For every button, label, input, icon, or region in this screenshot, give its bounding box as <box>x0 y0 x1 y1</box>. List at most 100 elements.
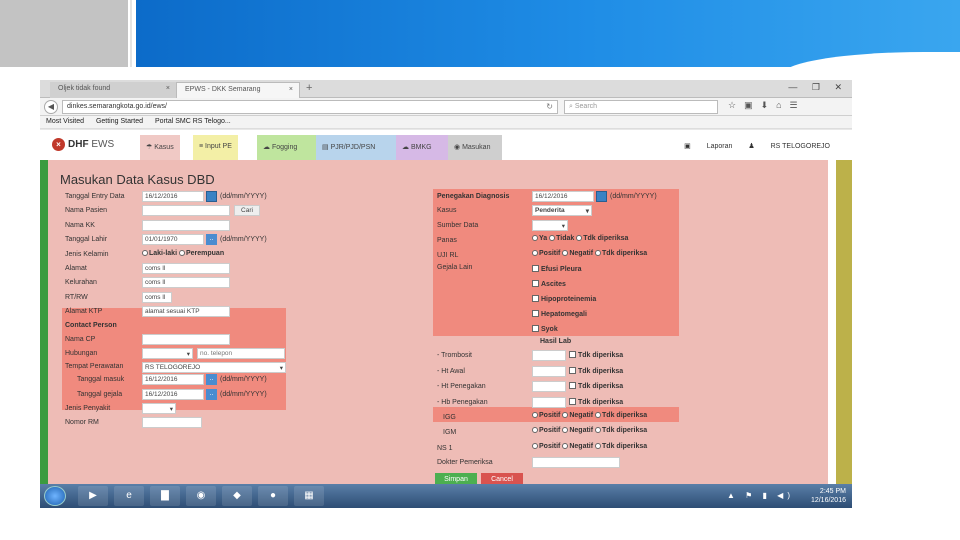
radio[interactable] <box>532 427 538 433</box>
checkbox[interactable] <box>532 280 539 287</box>
igg-radios[interactable]: Positif Negatif Tdk diperiksa <box>532 412 647 419</box>
window-controls[interactable]: — ❐ ✕ <box>788 82 848 93</box>
search-input[interactable]: ⌕ Search <box>564 100 718 114</box>
gejala-checkbox[interactable]: Hepatomegali <box>532 310 587 318</box>
tanggal-lahir-field[interactable]: 01/01/1970 <box>142 234 204 245</box>
menu-fogging[interactable]: ☁ Fogging <box>257 135 316 161</box>
url-bar[interactable]: dinkes.semarangkota.go.id/ews/ ↻ <box>62 100 558 114</box>
sumber-data-select[interactable]: ▾ <box>532 220 568 231</box>
radio[interactable] <box>532 250 538 256</box>
kelurahan-field[interactable]: coms ll <box>142 277 230 288</box>
app-icon[interactable]: ◆ <box>222 486 252 506</box>
toolbar-icons[interactable]: ☆▣⬇⌂☰ <box>728 100 806 111</box>
jenis-penyakit-select[interactable]: ▾ <box>142 403 176 414</box>
tanggal-gejala-field[interactable]: 16/12/2016 <box>142 389 204 400</box>
uji-rl-radios[interactable]: Positif Negatif Tdk diperiksa <box>532 250 647 257</box>
nama-kk-field[interactable] <box>142 220 230 231</box>
start-button[interactable] <box>44 486 66 506</box>
date-picker-button[interactable]: .. <box>206 234 217 245</box>
user-link[interactable]: ♟ RS TELOGOREJO <box>748 143 830 150</box>
cari-button[interactable]: Cari <box>234 205 260 216</box>
checkbox[interactable] <box>569 398 576 405</box>
radio[interactable] <box>549 235 556 241</box>
radio[interactable] <box>142 250 148 256</box>
date-picker-button[interactable]: .. <box>206 389 217 400</box>
alamat-ktp-field[interactable]: alamat sesuai KTP <box>142 306 230 317</box>
dokter-field[interactable] <box>532 457 620 468</box>
tanggal-masuk-field[interactable]: 16/12/2016 <box>142 374 204 385</box>
checkbox[interactable] <box>532 310 539 317</box>
browser-tab-1[interactable]: Oljek tidak found × <box>50 82 176 98</box>
radio[interactable] <box>532 443 538 449</box>
checkbox[interactable] <box>569 382 576 389</box>
gejala-checkbox[interactable]: Syok <box>532 325 558 333</box>
panas-radios[interactable]: Ya Tidak Tdk diperiksa <box>532 235 628 242</box>
nama-cp-field[interactable] <box>142 334 230 345</box>
new-tab-button[interactable]: + <box>306 82 312 94</box>
nomor-rm-field[interactable] <box>142 417 202 428</box>
checkbox[interactable] <box>569 351 576 358</box>
tanggal-entry-field[interactable]: 16/12/2016 <box>142 191 204 202</box>
radio[interactable] <box>595 412 602 418</box>
menu-pjr[interactable]: ▤ PJR/PJD/PSN <box>316 135 396 161</box>
gender-radios[interactable]: Laki-laki Perempuan <box>142 250 224 257</box>
gejala-checkbox[interactable]: Hipoproteinemia <box>532 295 596 303</box>
gejala-checkbox[interactable]: Ascites <box>532 280 566 288</box>
radio[interactable] <box>576 235 583 241</box>
penegakan-field[interactable]: 16/12/2016 <box>532 191 594 202</box>
ht-awal-field[interactable] <box>532 366 566 377</box>
gejala-checkbox[interactable]: Efusi Pleura <box>532 265 581 273</box>
radio[interactable] <box>562 250 569 256</box>
radio[interactable] <box>595 250 602 256</box>
nama-pasien-field[interactable] <box>142 205 230 216</box>
trombosit-field[interactable] <box>532 350 566 361</box>
back-icon[interactable]: ◀ <box>44 100 58 114</box>
radio[interactable] <box>595 443 602 449</box>
calendar-icon[interactable] <box>206 191 217 202</box>
tdk-diperiksa-checkbox[interactable]: Tdk diperiksa <box>569 382 623 390</box>
rt-rw-field[interactable]: coms ll <box>142 292 172 303</box>
ns1-radios[interactable]: Positif Negatif Tdk diperiksa <box>532 443 647 450</box>
alamat-field[interactable]: coms ll <box>142 263 230 274</box>
radio[interactable] <box>562 427 569 433</box>
hubungan-select[interactable]: ▾ <box>142 348 193 359</box>
bookmark-item[interactable]: Most Visited <box>46 118 84 125</box>
radio[interactable] <box>595 427 602 433</box>
telepon-field[interactable]: no. telepon <box>197 348 285 359</box>
tdk-diperiksa-checkbox[interactable]: Tdk diperiksa <box>569 351 623 359</box>
app-logo[interactable]: × DHF EWS <box>52 138 114 151</box>
radio[interactable] <box>532 412 538 418</box>
close-icon[interactable]: × <box>166 85 170 92</box>
close-icon[interactable]: × <box>289 86 293 93</box>
tdk-diperiksa-checkbox[interactable]: Tdk diperiksa <box>569 367 623 375</box>
checkbox[interactable] <box>569 367 576 374</box>
reload-icon[interactable]: ↻ <box>546 102 553 111</box>
folder-icon[interactable]: ▇ <box>150 486 180 506</box>
radio[interactable] <box>562 443 569 449</box>
bookmark-item[interactable]: Portal SMC RS Telogo... <box>155 118 231 125</box>
date-picker-button[interactable]: .. <box>206 374 217 385</box>
menu-kasus[interactable]: ☂ Kasus <box>140 135 180 161</box>
calendar-icon[interactable] <box>596 191 607 202</box>
firefox-icon[interactable]: ● <box>258 486 288 506</box>
app-icon[interactable]: ◉ <box>186 486 216 506</box>
radio[interactable] <box>532 235 538 241</box>
hb-penegakan-field[interactable] <box>532 397 566 408</box>
bookmark-item[interactable]: Getting Started <box>96 118 143 125</box>
checkbox[interactable] <box>532 295 539 302</box>
browser-tab-active[interactable]: EPWS - DKK Semarang × <box>176 82 300 98</box>
tdk-diperiksa-checkbox[interactable]: Tdk diperiksa <box>569 398 623 406</box>
kasus-select[interactable]: Penderita ▾ <box>532 205 592 216</box>
checkbox[interactable] <box>532 265 539 272</box>
laporan-link[interactable]: ▣ Laporan <box>684 143 732 150</box>
system-tray-icons[interactable]: ▲ ⚑ ▮ ◀) <box>727 491 794 500</box>
system-clock[interactable]: 2:45 PM 12/16/2016 <box>811 487 846 505</box>
radio[interactable] <box>562 412 569 418</box>
ht-penegakan-field[interactable] <box>532 381 566 392</box>
radio[interactable] <box>178 250 185 256</box>
tempat-perawatan-select[interactable]: RS TELOGOREJO ▾ <box>142 362 286 373</box>
menu-bmkg[interactable]: ☁ BMKG <box>396 135 448 161</box>
menu-input-pe[interactable]: ≡ Input PE <box>193 135 238 161</box>
igm-radios[interactable]: Positif Negatif Tdk diperiksa <box>532 427 647 434</box>
media-player-icon[interactable]: ▶ <box>78 486 108 506</box>
